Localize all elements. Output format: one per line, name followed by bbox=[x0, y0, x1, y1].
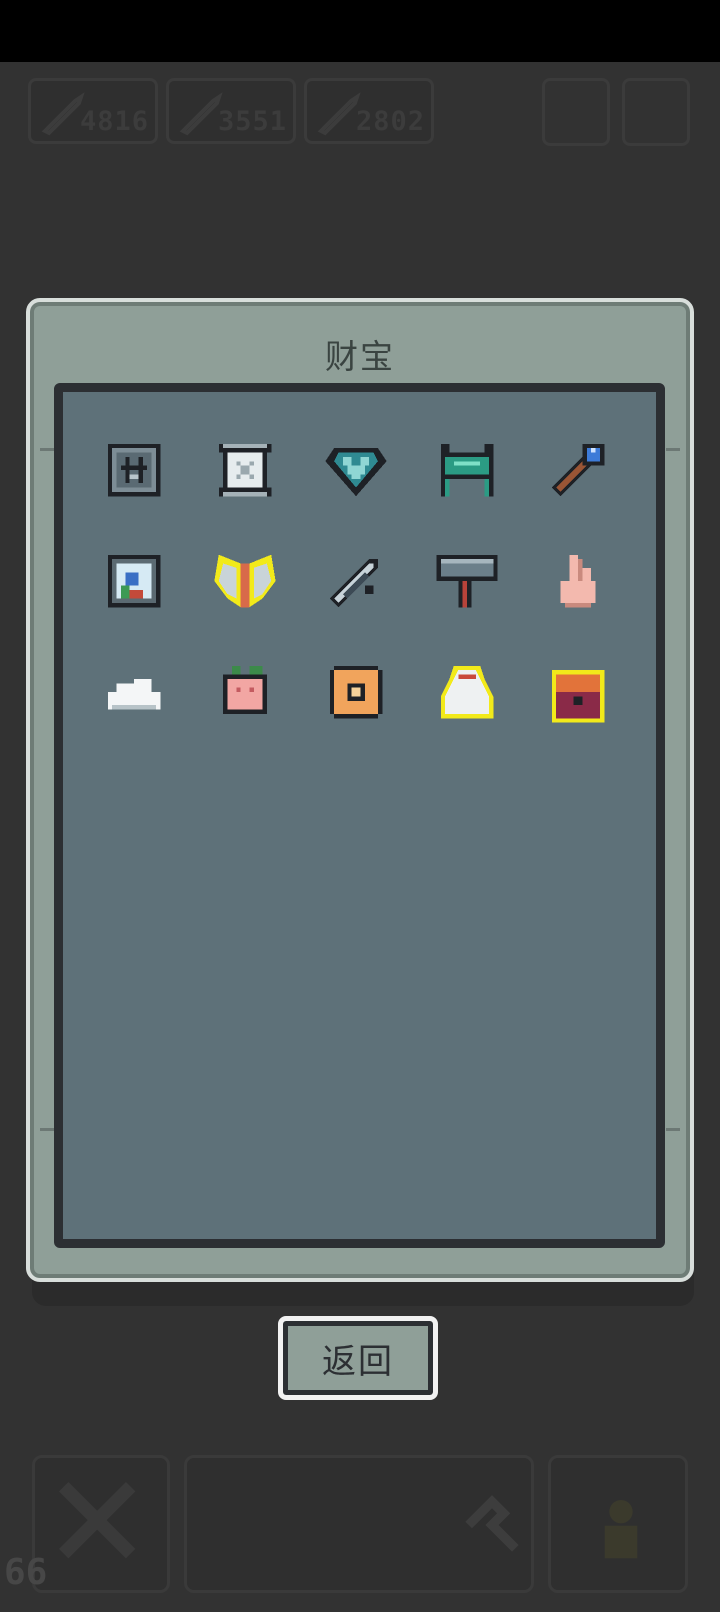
orb-staff-icon[interactable] bbox=[543, 435, 613, 505]
cookie-icon[interactable] bbox=[321, 657, 391, 727]
wings-icon[interactable] bbox=[210, 546, 280, 616]
stat-slot-2: 3551 bbox=[166, 78, 296, 144]
rune-tablet-icon[interactable] bbox=[99, 435, 169, 505]
hero-silhouette-icon bbox=[604, 1500, 638, 1559]
frame-tick bbox=[40, 1128, 54, 1131]
sword-icon[interactable] bbox=[321, 546, 391, 616]
bottom-slot-right bbox=[548, 1455, 688, 1593]
cloud-icon[interactable] bbox=[99, 657, 169, 727]
dash-icon bbox=[465, 1495, 519, 1552]
hammer-icon[interactable] bbox=[432, 546, 502, 616]
treasure-grid bbox=[54, 383, 665, 1248]
bottom-slot-left bbox=[32, 1455, 170, 1593]
bench-icon[interactable] bbox=[432, 435, 502, 505]
back-button[interactable]: 返回 bbox=[278, 1316, 438, 1400]
treasure-chest-icon[interactable] bbox=[543, 657, 613, 727]
crossed-swords-icon bbox=[58, 1481, 136, 1559]
potion-bag-icon[interactable] bbox=[432, 657, 502, 727]
stat-value: 3551 bbox=[217, 106, 287, 137]
stat-slot-1: 4816 bbox=[28, 78, 158, 144]
frame-tick bbox=[666, 1128, 680, 1131]
stat-value: 4816 bbox=[79, 106, 149, 137]
frame-tick bbox=[666, 448, 680, 451]
pointing-hand-icon[interactable] bbox=[543, 546, 613, 616]
dialog-title: 财宝 bbox=[325, 337, 395, 376]
frame-tick bbox=[40, 448, 54, 451]
bottom-slot-center bbox=[184, 1455, 534, 1593]
peach-icon[interactable] bbox=[210, 657, 280, 727]
heart-gem-icon[interactable] bbox=[321, 435, 391, 505]
scroll-icon[interactable] bbox=[210, 435, 280, 505]
back-button-label: 返回 bbox=[322, 1341, 394, 1382]
level-counter: 66 bbox=[4, 1552, 48, 1593]
menu-slot-1 bbox=[542, 78, 610, 146]
stat-slot-3: 2802 bbox=[304, 78, 434, 144]
stat-value: 2802 bbox=[355, 106, 425, 137]
framed-portrait-icon[interactable] bbox=[99, 546, 169, 616]
menu-slot-2 bbox=[622, 78, 690, 146]
